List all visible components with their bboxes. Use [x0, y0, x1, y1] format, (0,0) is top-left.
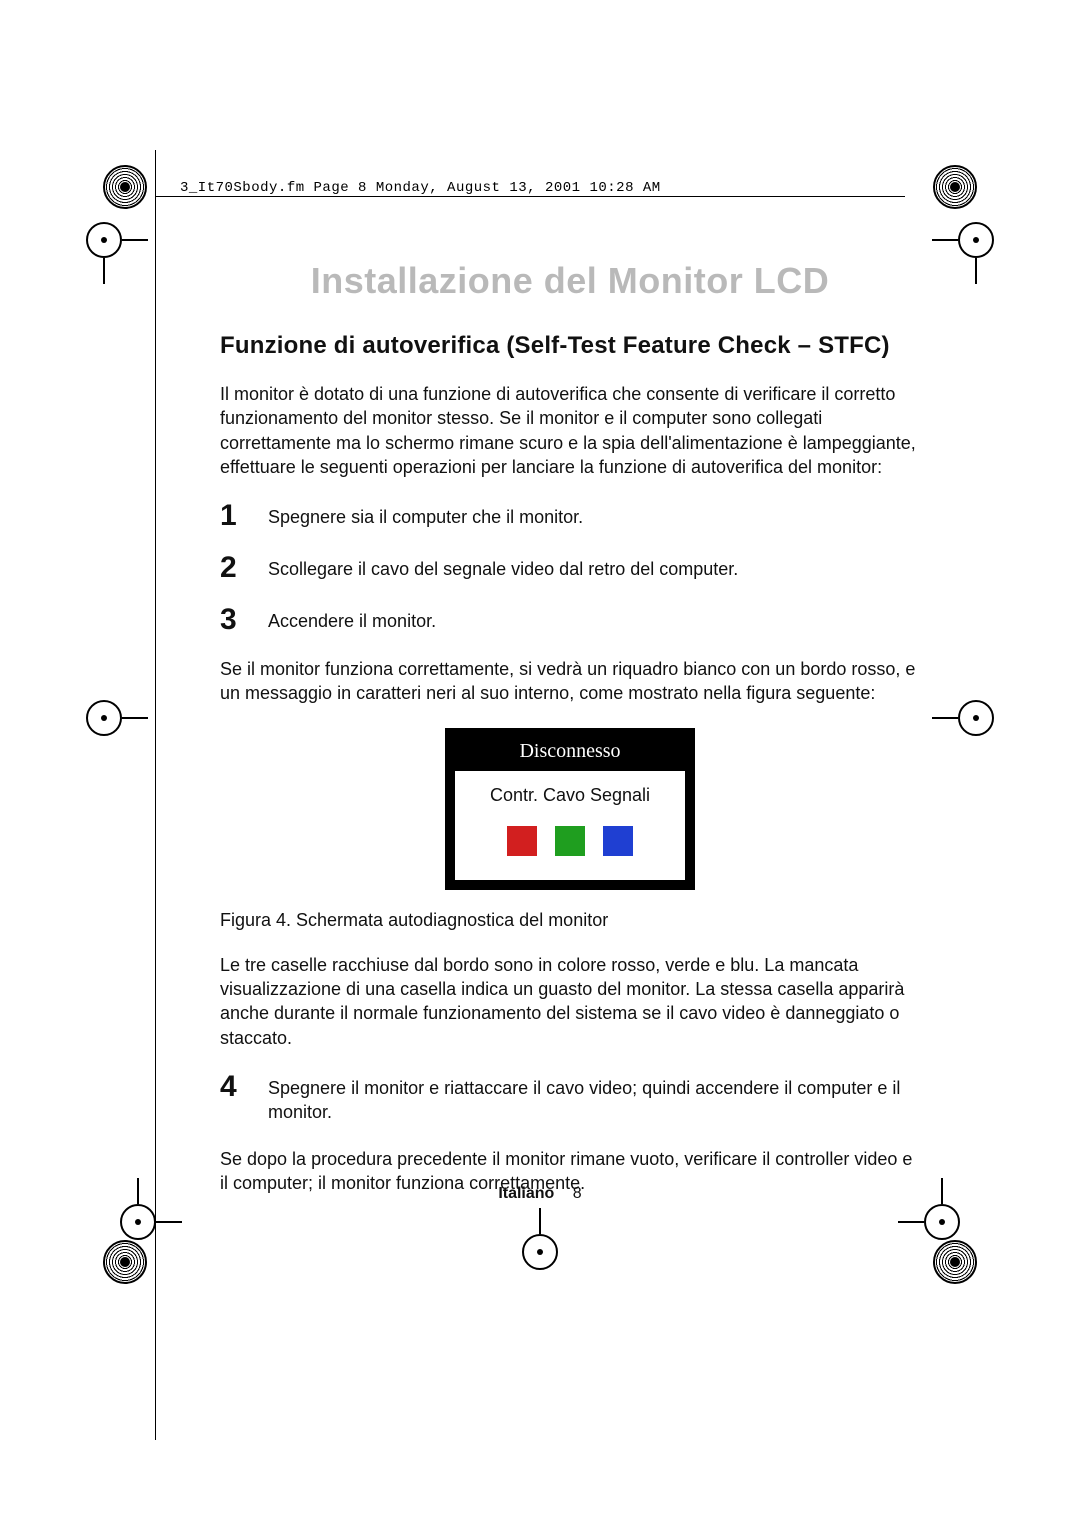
- footer-language: Italiano: [498, 1185, 554, 1202]
- step-number: 3: [220, 605, 268, 635]
- section-title: Installazione del Monitor LCD: [220, 260, 920, 302]
- step-row: 3 Accendere il monitor.: [220, 605, 920, 635]
- reg-mark-icon: [86, 700, 122, 736]
- stfc-box: Disconnesso Contr. Cavo Segnali: [445, 728, 695, 890]
- step-text: Scollegare il cavo del segnale video dal…: [268, 553, 920, 581]
- step-row: 1 Spegnere sia il computer che il monito…: [220, 501, 920, 531]
- footer-page-number: 8: [573, 1185, 582, 1202]
- step-number: 1: [220, 501, 268, 531]
- figure-caption: Figura 4. Schermata autodiagnostica del …: [220, 910, 920, 931]
- reg-sun-icon: [933, 1240, 977, 1284]
- step-text: Spegnere sia il computer che il monitor.: [268, 501, 920, 529]
- reg-sun-icon: [933, 165, 977, 209]
- stfc-inner-label: Contr. Cavo Segnali: [465, 785, 675, 806]
- reg-mark-icon: [86, 222, 122, 258]
- reg-sun-icon: [103, 1240, 147, 1284]
- reg-mark-icon: [522, 1234, 558, 1270]
- reg-mark-icon: [924, 1204, 960, 1240]
- step-row: 2 Scollegare il cavo del segnale video d…: [220, 553, 920, 583]
- intro-paragraph: Il monitor è dotato di una funzione di a…: [220, 382, 920, 479]
- paragraph-2: Le tre caselle racchiuse dal bordo sono …: [220, 953, 920, 1050]
- rgb-square-green: [555, 826, 585, 856]
- step-number: 4: [220, 1072, 268, 1102]
- figure: Disconnesso Contr. Cavo Segnali: [220, 728, 920, 890]
- reg-mark-icon: [958, 700, 994, 736]
- stfc-inner: Contr. Cavo Segnali: [455, 771, 685, 880]
- step-number: 2: [220, 553, 268, 583]
- step-row: 4 Spegnere il monitor e riattaccare il c…: [220, 1072, 920, 1125]
- rgb-square-red: [507, 826, 537, 856]
- crop-line-left: [155, 150, 156, 1440]
- reg-mark-icon: [958, 222, 994, 258]
- page-source-header: 3_It70Sbody.fm Page 8 Monday, August 13,…: [180, 180, 661, 196]
- reg-sun-icon: [103, 165, 147, 209]
- rgb-row: [465, 826, 675, 856]
- reg-mark-icon: [120, 1204, 156, 1240]
- crop-line-top: [155, 196, 905, 197]
- step-text: Accendere il monitor.: [268, 605, 920, 633]
- stfc-outer-label: Disconnesso: [455, 738, 685, 771]
- page-footer: Italiano 8: [0, 1185, 1080, 1203]
- step-text: Spegnere il monitor e riattaccare il cav…: [268, 1072, 920, 1125]
- subsection-title: Funzione di autoverifica (Self-Test Feat…: [220, 332, 920, 360]
- rgb-square-blue: [603, 826, 633, 856]
- post-steps-paragraph: Se il monitor funziona correttamente, si…: [220, 657, 920, 706]
- page-content: Installazione del Monitor LCD Funzione d…: [220, 260, 920, 1217]
